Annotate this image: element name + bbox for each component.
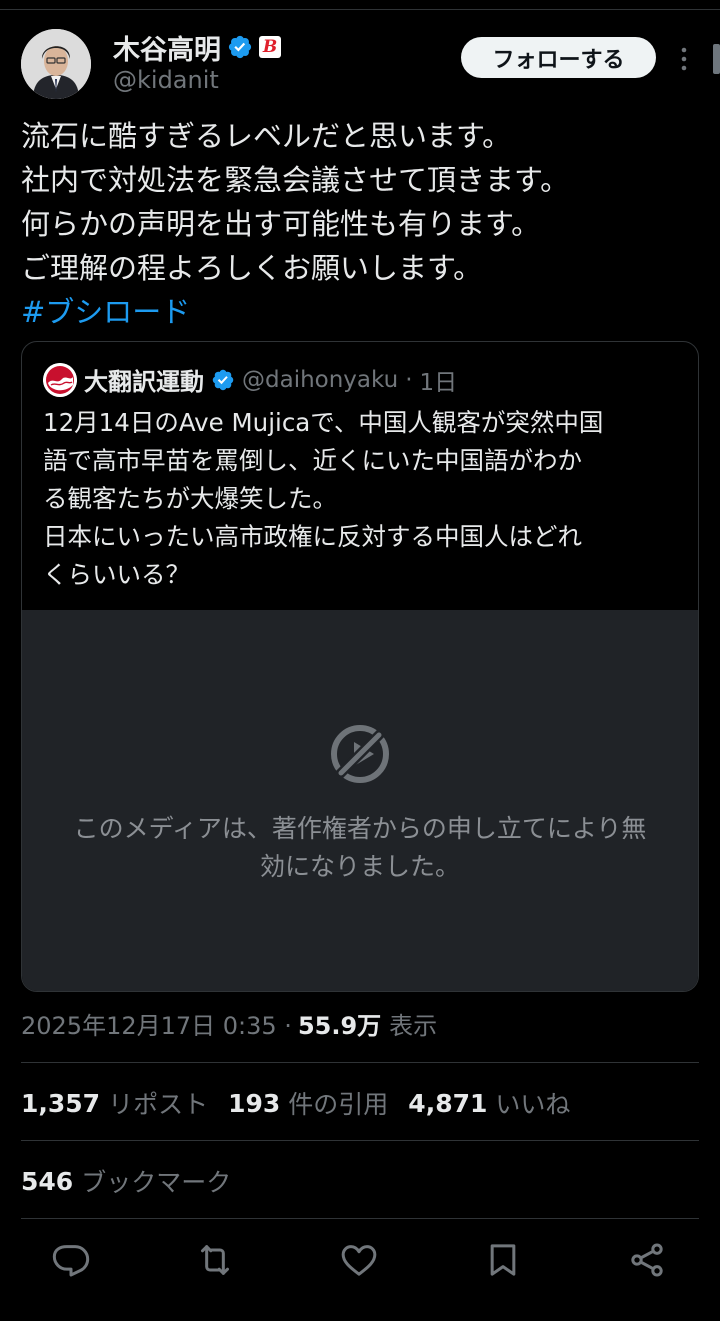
disabled-media-placeholder: このメディアは、著作権者からの申し立てにより無 効になりました。 [22,610,698,991]
quoted-tweet-line: 日本にいったい高市政権に反対する中国人はどれ [43,522,582,551]
quotes-count: 193 [228,1088,281,1118]
quoted-tweet-card[interactable]: 大翻訳運動 @daihonyaku · 1日 12月14日のAve Mujica… [21,341,699,992]
media-notice-line: このメディアは、著作権者からの申し立てにより無 [73,814,647,843]
media-disabled-icon [331,725,389,783]
quoted-tweet-line: る観客たちが大爆笑した。 [43,484,337,513]
tweet-line: 社内で対処法を緊急会議させて頂きます。 [21,163,570,197]
verified-badge-icon [212,369,234,390]
quoted-tweet-time: 1日 [419,369,458,396]
separator-dot: · [405,366,413,393]
quoted-tweet-line: 語で高市早苗を罵倒し、近くにいた中国語がわか [43,446,582,475]
quoted-author-name: 大翻訳運動 [84,368,204,396]
scrollbar[interactable] [713,44,720,74]
likes-count: 4,871 [408,1088,488,1118]
repost-icon[interactable] [193,1238,237,1282]
author-handle[interactable]: @kidanit [113,66,219,94]
reposts-label: リポスト [108,1090,209,1119]
action-bar [0,1238,720,1282]
affiliate-badge-icon[interactable]: B [259,36,281,58]
top-divider [0,9,720,10]
reposts-count: 1,357 [21,1088,101,1118]
quoted-tweet-text: 12月14日のAve Mujicaで、中国人観客が突然中国 語で高市早苗を罵倒し… [43,404,683,594]
quoted-tweet-line: 12月14日のAve Mujicaで、中国人観客が突然中国 [43,408,604,437]
bookmarks-count: 546 [21,1166,74,1196]
divider [21,1218,699,1219]
quotes-label: 件の引用 [288,1090,389,1119]
media-notice-text: このメディアは、著作権者からの申し立てにより無 効になりました。 [22,810,698,886]
views-count: 55.9万 [297,1012,382,1040]
quoted-author-handle: @daihonyaku [242,366,399,393]
quoted-tweet-header: 大翻訳運動 @daihonyaku · 1日 [43,362,457,397]
bookmark-stats: 546 ブックマーク [21,1163,231,1199]
bookmark-icon[interactable] [481,1238,525,1282]
author-avatar[interactable] [21,29,91,99]
bookmarks-stat[interactable]: 546 ブックマーク [21,1163,231,1199]
quoted-author-avatar [43,362,77,397]
reply-icon[interactable] [49,1238,93,1282]
tweet-line: ご理解の程よろしくお願いします。 [21,251,483,285]
reposts-stat[interactable]: 1,357 リポスト [21,1085,208,1121]
media-notice-line: 効になりました。 [259,852,460,881]
bookmarks-label: ブックマーク [81,1168,232,1197]
tweet-meta: 2025年12月17日 0:35 · 55.9万 表示 [21,1006,437,1041]
likes-label: いいね [495,1090,571,1119]
follow-button[interactable]: フォローする [461,37,656,78]
like-icon[interactable] [337,1238,381,1282]
more-options-icon[interactable] [674,44,694,74]
share-icon[interactable] [625,1238,669,1282]
likes-stat[interactable]: 4,871 いいね [408,1085,570,1121]
engagement-stats: 1,357 リポスト 193 件の引用 4,871 いいね [21,1085,570,1121]
author-name-row: 木谷高明 B [113,28,281,67]
hashtag-link[interactable]: #ブシロード [21,290,701,334]
divider [21,1062,699,1063]
divider [21,1140,699,1141]
tweet-line: 何らかの声明を出す可能性も有ります。 [21,207,541,241]
tweet-timestamp[interactable]: 2025年12月17日 0:35 · [21,1006,292,1041]
views-label: 表示 [389,1012,438,1040]
tweet-line: 流石に酷すぎるレベルだと思います。 [21,119,512,153]
verified-badge-icon [228,35,252,59]
quoted-tweet-line: くらいいる？ [43,560,190,589]
quotes-stat[interactable]: 193 件の引用 [228,1085,388,1121]
tweet-text: 流石に酷すぎるレベルだと思います。 社内で対処法を緊急会議させて頂きます。 何ら… [21,114,701,334]
author-display-name[interactable]: 木谷高明 [113,28,221,67]
